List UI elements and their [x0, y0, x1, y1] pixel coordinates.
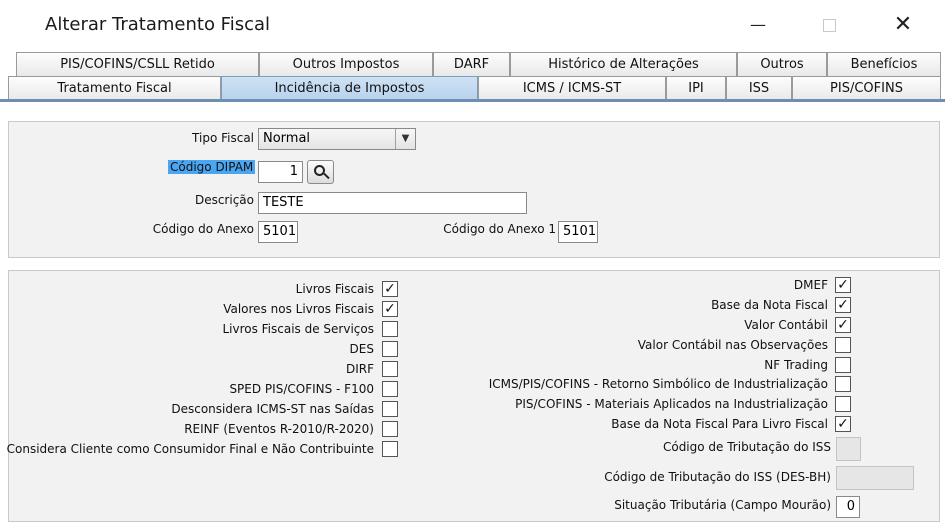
- nf-trading-label: NF Trading: [764, 358, 828, 372]
- dirf-label: DIRF: [345, 362, 374, 376]
- check-icon: ✓: [384, 301, 396, 317]
- tab-pis-cofins-csll-retido[interactable]: PIS/COFINS/CSLL Retido: [16, 52, 259, 76]
- livros-fiscais-checkbox[interactable]: ✓: [382, 281, 398, 297]
- tab-beneficios[interactable]: Benefícios: [827, 52, 941, 76]
- check-icon: ✓: [384, 281, 396, 297]
- codigo-anexo-label: Código do Anexo: [152, 222, 254, 236]
- codigo-tributacao-iss-label: Código de Tributação do ISS: [662, 440, 831, 454]
- check-icon: ✓: [837, 277, 849, 293]
- materiais-aplicados-label: PIS/COFINS - Materiais Aplicados na Indu…: [515, 397, 828, 411]
- codigo-dipam-input[interactable]: 1: [258, 161, 303, 183]
- sped-pis-cofins-checkbox[interactable]: [382, 381, 398, 397]
- minimize-icon: —: [750, 15, 766, 34]
- tab-iss[interactable]: ISS: [726, 76, 792, 100]
- tab-outros-impostos[interactable]: Outros Impostos: [259, 52, 433, 76]
- check-icon: ✓: [837, 317, 849, 333]
- tab-incidencia-impostos[interactable]: Incidência de Impostos: [221, 76, 478, 100]
- base-nf-livro-fiscal-checkbox[interactable]: ✓: [835, 416, 851, 432]
- tipo-fiscal-select[interactable]: Normal ▼: [258, 128, 416, 150]
- valor-contabil-observacoes-checkbox[interactable]: [835, 337, 851, 353]
- sped-pis-cofins-label: SPED PIS/COFINS - F100: [229, 382, 374, 396]
- retorno-simbolico-label: ICMS/PIS/COFINS - Retorno Simbólico de I…: [488, 377, 828, 391]
- codigo-dipam-label: Código DIPAM: [168, 160, 256, 174]
- general-fields-panel: [8, 121, 940, 258]
- livros-fiscais-servicos-label: Livros Fiscais de Serviços: [222, 322, 374, 336]
- minimize-button[interactable]: —: [735, 8, 781, 42]
- nf-trading-checkbox[interactable]: [835, 357, 851, 373]
- consumidor-final-label: Considera Cliente como Consumidor Final …: [6, 442, 374, 456]
- tab-darf[interactable]: DARF: [433, 52, 510, 76]
- tab-ipi[interactable]: IPI: [666, 76, 726, 100]
- consumidor-final-checkbox[interactable]: [382, 441, 398, 457]
- close-button[interactable]: ✕: [880, 8, 926, 42]
- codigo-tributacao-iss-desbh-input[interactable]: [836, 466, 914, 490]
- codigo-anexo-input[interactable]: 5101: [258, 221, 298, 243]
- valor-contabil-checkbox[interactable]: ✓: [835, 317, 851, 333]
- check-icon: ✓: [837, 416, 849, 432]
- desconsidera-icms-st-label: Desconsidera ICMS-ST nas Saídas: [171, 402, 374, 416]
- base-nota-fiscal-checkbox[interactable]: ✓: [835, 297, 851, 313]
- codigo-anexo1-label: Código do Anexo 1: [443, 222, 556, 236]
- tab-outros[interactable]: Outros: [737, 52, 827, 76]
- tab-divider: [0, 99, 945, 102]
- des-checkbox[interactable]: [382, 341, 398, 357]
- materiais-aplicados-checkbox[interactable]: [835, 396, 851, 412]
- descricao-label: Descrição: [194, 193, 254, 207]
- window-title: Alterar Tratamento Fiscal: [45, 14, 271, 35]
- situacao-tributaria-label: Situação Tributária (Campo Mourão): [614, 498, 831, 512]
- dirf-checkbox[interactable]: [382, 361, 398, 377]
- tipo-fiscal-label: Tipo Fiscal: [192, 131, 254, 145]
- tab-icms-icms-st[interactable]: ICMS / ICMS-ST: [478, 76, 666, 100]
- codigo-dipam-search-button[interactable]: [307, 160, 334, 184]
- maximize-button: [806, 8, 852, 42]
- dmef-checkbox[interactable]: ✓: [835, 277, 851, 293]
- des-label: DES: [349, 342, 374, 356]
- tab-pis-cofins[interactable]: PIS/COFINS: [792, 76, 941, 100]
- valor-contabil-label: Valor Contábil: [744, 318, 828, 332]
- livros-fiscais-label: Livros Fiscais: [295, 282, 374, 296]
- dmef-label: DMEF: [793, 278, 828, 292]
- chevron-down-icon: ▼: [395, 129, 415, 149]
- codigo-tributacao-iss-input[interactable]: [836, 437, 861, 461]
- base-nf-livro-fiscal-label: Base da Nota Fiscal Para Livro Fiscal: [611, 417, 828, 431]
- tipo-fiscal-value: Normal: [263, 131, 311, 146]
- tab-tratamento-fiscal[interactable]: Tratamento Fiscal: [8, 76, 221, 100]
- check-icon: ✓: [837, 297, 849, 313]
- title-bar: Alterar Tratamento Fiscal — ✕: [0, 0, 945, 50]
- descricao-input[interactable]: TESTE: [258, 192, 527, 214]
- codigo-tributacao-iss-desbh-label: Código de Tributação do ISS (DES-BH): [604, 470, 831, 484]
- close-icon: ✕: [893, 12, 913, 37]
- valores-livros-fiscais-checkbox[interactable]: ✓: [382, 301, 398, 317]
- tab-historico-alteracoes[interactable]: Histórico de Alterações: [510, 52, 737, 76]
- codigo-anexo1-input[interactable]: 5101: [558, 221, 598, 243]
- livros-fiscais-servicos-checkbox[interactable]: [382, 321, 398, 337]
- valor-contabil-observacoes-label: Valor Contábil nas Observações: [637, 338, 828, 352]
- retorno-simbolico-checkbox[interactable]: [835, 376, 851, 392]
- reinf-checkbox[interactable]: [382, 421, 398, 437]
- situacao-tributaria-input[interactable]: 0: [836, 496, 860, 518]
- desconsidera-icms-st-checkbox[interactable]: [382, 401, 398, 417]
- tab-strip: PIS/COFINS/CSLL Retido Outros Impostos D…: [0, 52, 945, 102]
- valores-livros-fiscais-label: Valores nos Livros Fiscais: [223, 302, 374, 316]
- maximize-icon: [822, 19, 836, 32]
- base-nota-fiscal-label: Base da Nota Fiscal: [711, 298, 828, 312]
- reinf-label: REINF (Eventos R-2010/R-2020): [184, 422, 374, 436]
